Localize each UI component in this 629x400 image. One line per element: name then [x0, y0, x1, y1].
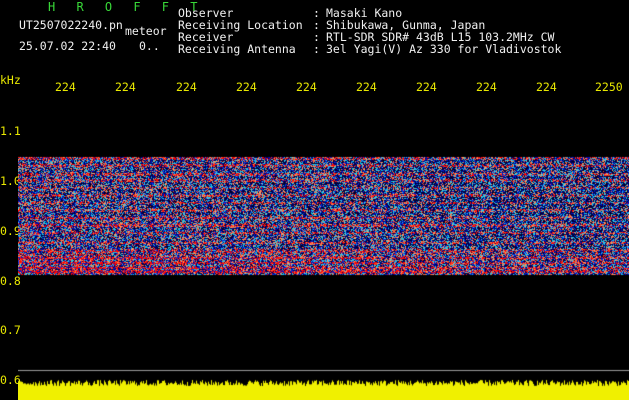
info-antenna-value: 3el Yagi(V) Az 330 for Vladivostok	[326, 42, 562, 56]
counter-label: 0..	[139, 39, 160, 53]
info-antenna-label: Receiving Antenna	[178, 42, 296, 56]
filename-label: UT2507022240.pn	[19, 18, 123, 32]
mode-label: meteor	[125, 24, 167, 38]
spectrogram-canvas	[18, 66, 629, 400]
info-antenna-sep: :	[313, 42, 320, 56]
datetime-label: 25.07.02 22:40	[19, 39, 116, 53]
